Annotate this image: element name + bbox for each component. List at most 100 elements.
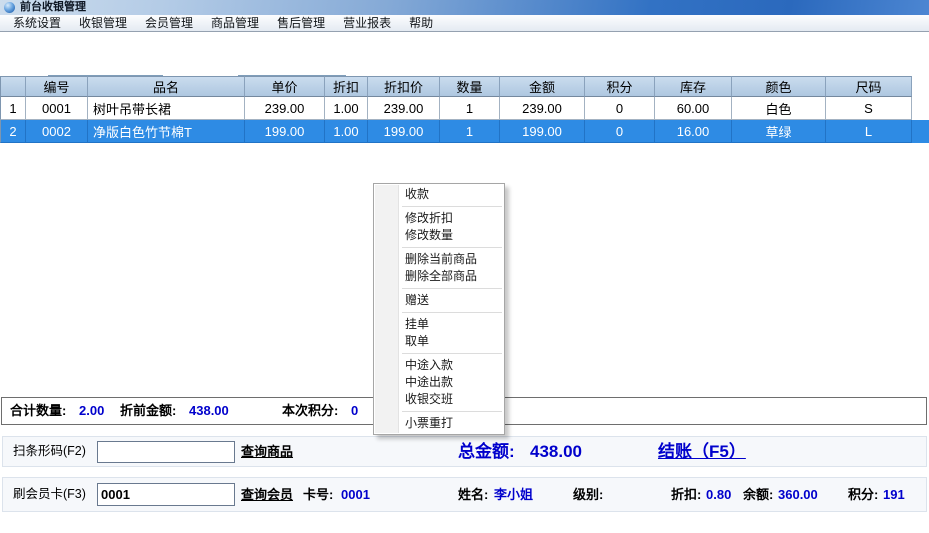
pre-discount-value: 438.00 [189,398,229,424]
cell-size: S [826,97,912,120]
cell-stock: 60.00 [655,97,732,120]
cell-amount: 199.00 [500,120,585,143]
title-bar: 前台收银管理 [0,0,929,15]
menu-item-cash-in[interactable]: 中途入款 [374,357,504,374]
cell-filler [912,120,929,143]
cell-discount: 1.00 [325,120,368,143]
col-header-code[interactable]: 编号 [26,76,88,97]
col-header-unit-price[interactable]: 单价 [245,76,325,97]
menu-separator [402,312,502,313]
menu-bar: 系统设置 收银管理 会员管理 商品管理 售后管理 营业报表 帮助 [0,15,929,32]
checkout-panel: 扫条形码(F2) 查询商品 总金额: 438.00 结账（F5） [2,436,927,467]
cell-color: 草绿 [732,120,826,143]
app-window: 前台收银管理 系统设置 收银管理 会员管理 商品管理 售后管理 营业报表 帮助 … [0,0,929,533]
cell-unit-price: 239.00 [245,97,325,120]
member-card-label: 刷会员卡(F3) [13,478,86,511]
menu-item-shift-change[interactable]: 收银交班 [374,391,504,408]
menu-item-cash-out[interactable]: 中途出款 [374,374,504,391]
session-points-value: 0 [351,398,358,424]
cell-discount: 1.00 [325,97,368,120]
menu-business-report[interactable]: 营业报表 [334,15,400,31]
cell-discount-price: 199.00 [368,120,440,143]
cell-size: L [826,120,912,143]
menu-separator [402,288,502,289]
cell-amount: 239.00 [500,97,585,120]
cell-rownum: 1 [0,97,26,120]
col-header-rownum[interactable] [0,76,26,97]
window-title: 前台收银管理 [20,0,86,15]
member-points-label: 积分: [848,478,878,511]
query-member-link[interactable]: 查询会员 [241,478,293,511]
table-row[interactable]: 1 0001 树叶吊带长裙 239.00 1.00 239.00 1 239.0… [0,97,929,120]
cell-color: 白色 [732,97,826,120]
menu-item-hold-order[interactable]: 挂单 [374,316,504,333]
cell-code: 0002 [26,120,88,143]
member-level-label: 级别: [573,478,603,511]
menu-separator [402,411,502,412]
menu-item-gift[interactable]: 赠送 [374,292,504,309]
total-amount-label: 总金额: [458,437,515,467]
menu-help[interactable]: 帮助 [400,15,442,31]
table-row-selected[interactable]: 2 0002 净版白色竹节棉T 199.00 1.00 199.00 1 199… [0,120,929,143]
card-number-value: 0001 [341,478,370,511]
menu-separator [402,247,502,248]
pre-discount-label: 折前金额: [120,398,176,424]
col-header-amount[interactable]: 金额 [500,76,585,97]
col-header-size[interactable]: 尺码 [826,76,912,97]
col-header-qty[interactable]: 数量 [440,76,500,97]
toolbar: 仓库: 丰宁仓库 ▼ 营业员: ▼ [0,32,929,76]
member-balance-value: 360.00 [778,478,818,511]
menu-item-reprint-receipt[interactable]: 小票重打 [374,415,504,432]
menu-system-settings[interactable]: 系统设置 [4,15,70,31]
total-qty-value: 2.00 [79,398,104,424]
barcode-input[interactable] [97,441,235,463]
member-discount-label: 折扣: [671,478,701,511]
menu-item-retrieve-order[interactable]: 取单 [374,333,504,350]
member-name-label: 姓名: [458,478,488,511]
menu-member-mgmt[interactable]: 会员管理 [136,15,202,31]
menu-item-receive-payment[interactable]: 收款 [374,186,504,203]
cell-qty: 1 [440,120,500,143]
cell-discount-price: 239.00 [368,97,440,120]
menu-cashier-mgmt[interactable]: 收银管理 [70,15,136,31]
menu-item-delete-current[interactable]: 删除当前商品 [374,251,504,268]
cell-code: 0001 [26,97,88,120]
menu-aftersale-mgmt[interactable]: 售后管理 [268,15,334,31]
cell-unit-price: 199.00 [245,120,325,143]
cell-points: 0 [585,120,655,143]
col-header-name[interactable]: 品名 [88,76,245,97]
member-points-value: 191 [883,478,905,511]
menu-item-modify-discount[interactable]: 修改折扣 [374,210,504,227]
cell-qty: 1 [440,97,500,120]
cell-rownum: 2 [0,120,26,143]
barcode-label: 扫条形码(F2) [13,437,86,466]
col-header-discount-price[interactable]: 折扣价 [368,76,440,97]
menu-item-modify-qty[interactable]: 修改数量 [374,227,504,244]
col-header-points[interactable]: 积分 [585,76,655,97]
cell-name: 净版白色竹节棉T [88,120,245,143]
menu-separator [402,206,502,207]
grid-header-row: 编号 品名 单价 折扣 折扣价 数量 金额 积分 库存 颜色 尺码 [0,76,929,97]
member-panel: 刷会员卡(F3) 查询会员 卡号: 0001 姓名: 李小姐 级别: 折扣: 0… [2,477,927,512]
member-discount-value: 0.80 [706,478,731,511]
menu-item-delete-all[interactable]: 删除全部商品 [374,268,504,285]
member-balance-label: 余额: [743,478,773,511]
cell-points: 0 [585,97,655,120]
total-amount-value: 438.00 [530,437,582,467]
col-header-discount[interactable]: 折扣 [325,76,368,97]
menu-product-mgmt[interactable]: 商品管理 [202,15,268,31]
cell-name: 树叶吊带长裙 [88,97,245,120]
app-icon [4,2,15,13]
items-grid: 编号 品名 单价 折扣 折扣价 数量 金额 积分 库存 颜色 尺码 1 0001… [0,76,929,143]
session-points-label: 本次积分: [282,398,338,424]
settle-button[interactable]: 结账（F5） [658,437,746,467]
col-header-color[interactable]: 颜色 [732,76,826,97]
menu-separator [402,353,502,354]
col-header-stock[interactable]: 库存 [655,76,732,97]
member-card-input[interactable] [97,483,235,506]
query-product-link[interactable]: 查询商品 [241,437,293,466]
cell-filler [912,97,929,120]
card-number-label: 卡号: [303,478,333,511]
col-header-filler [912,76,929,97]
cell-stock: 16.00 [655,120,732,143]
